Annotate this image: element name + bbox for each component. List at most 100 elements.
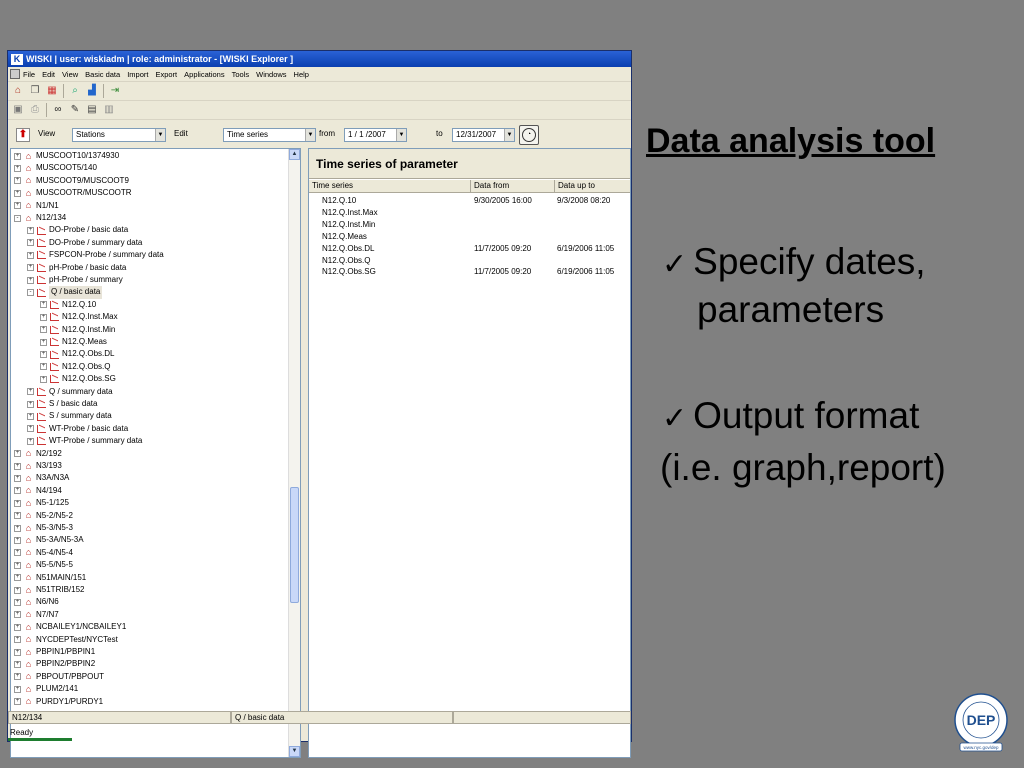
exit-icon[interactable]: ⇥ — [109, 85, 121, 97]
chart-icon[interactable]: ▟ — [86, 85, 98, 97]
tree-item[interactable]: + ⌂ MUSCOOT5/140 — [14, 162, 97, 174]
expand-icon[interactable]: + — [40, 351, 47, 359]
expand-icon[interactable]: + — [27, 413, 34, 421]
table-row[interactable]: N12.Q.Meas — [309, 231, 630, 243]
scroll-up-icon[interactable]: ▲ — [289, 149, 300, 160]
binoculars-icon[interactable]: ∞ — [52, 104, 64, 116]
expand-icon[interactable]: + — [14, 698, 21, 706]
tree-item[interactable]: + ⌂ PBPOUT/PBPOUT — [14, 671, 104, 683]
tree-item[interactable]: + N12.Q.Meas — [40, 336, 107, 348]
print-icon[interactable]: ⎙ — [29, 104, 41, 116]
expand-icon[interactable]: + — [14, 152, 21, 160]
expand-icon[interactable]: + — [14, 165, 21, 173]
table-row[interactable]: N12.Q.Obs.DL 11/7/2005 09:20 6/19/2006 11:… — [309, 243, 630, 255]
scroll-down-icon[interactable]: ▼ — [289, 746, 300, 757]
home-icon[interactable]: ⌂ — [12, 85, 24, 97]
tree-item[interactable]: + ⌂ N5-3A/N5-3A — [14, 534, 84, 546]
tree-item[interactable]: + ⌂ PBPIN1/PBPIN1 — [14, 646, 95, 658]
expand-icon[interactable]: + — [27, 239, 34, 247]
tree-item[interactable]: + N12.Q.Inst.Max — [40, 311, 118, 323]
tree-item[interactable]: + ⌂ N51MAIN/151 — [14, 572, 86, 584]
tree-item[interactable]: + ⌂ MUSCOOT9/MUSCOOT9 — [14, 175, 129, 187]
menu-import[interactable]: Import — [127, 70, 148, 79]
expand-icon[interactable]: + — [14, 586, 21, 594]
expand-icon[interactable]: + — [14, 475, 21, 483]
options-icon[interactable]: ▥ — [103, 104, 115, 116]
tree-item[interactable]: + ⌂ PURDY1/PURDY1 — [14, 696, 103, 708]
tree-item[interactable]: + ⌂ N2/192 — [14, 448, 62, 460]
edit-select[interactable]: Time series ▼ — [223, 128, 316, 142]
expand-icon[interactable]: + — [27, 400, 34, 408]
tree-item[interactable]: + ⌂ N5-3/N5-3 — [14, 522, 73, 534]
expand-icon[interactable]: + — [27, 264, 34, 272]
tree-item[interactable]: + N12.Q.Inst.Min — [40, 324, 115, 336]
tree-item[interactable]: + ⌂ N5-4/N5-4 — [14, 547, 73, 559]
tree-item[interactable]: + S / summary data — [27, 410, 112, 422]
grid-icon[interactable]: ▦ — [46, 85, 58, 97]
window-titlebar[interactable]: K WISKI | user: wiskiadm | role: adminis… — [8, 51, 631, 67]
expand-icon[interactable]: + — [14, 685, 21, 693]
properties-icon[interactable]: ▤ — [86, 104, 98, 116]
expand-icon[interactable]: + — [27, 276, 34, 284]
table-row[interactable]: N12.Q.10 9/30/2005 16:00 9/3/2008 08:20 — [309, 195, 630, 207]
tree-item[interactable]: + ⌂ N4/194 — [14, 485, 62, 497]
tree-item[interactable]: + DO-Probe / basic data — [27, 224, 128, 236]
expand-icon[interactable]: + — [27, 251, 34, 259]
menu-edit[interactable]: Edit — [42, 70, 55, 79]
tree-item[interactable]: + ⌂ N5-5/N5-5 — [14, 559, 73, 571]
menu-help[interactable]: Help — [294, 70, 309, 79]
system-menu-icon[interactable] — [10, 69, 20, 79]
to-date-picker[interactable]: 12/31/2007 ▼ — [452, 128, 515, 142]
tree-item[interactable]: + Q / summary data — [27, 386, 113, 398]
col-header-time-series[interactable]: Time series — [309, 180, 471, 193]
tree-item[interactable]: + N12.Q.Obs.SG — [40, 373, 116, 385]
menu-applications[interactable]: Applications — [184, 70, 224, 79]
table-row[interactable]: N12.Q.Inst.Min — [309, 219, 630, 231]
expand-icon[interactable]: + — [40, 363, 47, 371]
tree-item[interactable]: + ⌂ MUSCOOTR/MUSCOOTR — [14, 187, 132, 199]
expand-icon[interactable]: + — [14, 450, 21, 458]
expand-icon[interactable]: + — [14, 487, 21, 495]
tree-item[interactable]: + N12.Q.Obs.DL — [40, 348, 114, 360]
expand-icon[interactable]: + — [14, 462, 21, 470]
tree-item[interactable]: - Q / basic data — [27, 286, 103, 299]
menu-tools[interactable]: Tools — [232, 70, 250, 79]
expand-icon[interactable]: + — [14, 202, 21, 210]
expand-icon[interactable]: + — [27, 388, 34, 396]
expand-icon[interactable]: + — [14, 661, 21, 669]
expand-icon[interactable]: + — [14, 673, 21, 681]
tree-item[interactable]: + DO-Probe / summary data — [27, 237, 142, 249]
collapse-icon[interactable]: - — [27, 289, 34, 297]
col-header-data-from[interactable]: Data from — [471, 180, 555, 193]
expand-icon[interactable]: + — [40, 301, 47, 309]
expand-icon[interactable]: + — [14, 574, 21, 582]
expand-icon[interactable]: + — [14, 524, 21, 532]
tree-item[interactable]: + WT-Probe / summary data — [27, 435, 142, 447]
tree-item[interactable]: + ⌂ N1/N1 — [14, 200, 59, 212]
up-arrow-icon[interactable]: ⬆ — [16, 128, 30, 142]
expand-icon[interactable]: + — [27, 227, 34, 235]
tree-item[interactable]: + N12.Q.Obs.Q — [40, 361, 110, 373]
expand-icon[interactable]: + — [14, 512, 21, 520]
tree-item[interactable]: + WT-Probe / basic data — [27, 423, 128, 435]
expand-icon[interactable]: + — [14, 623, 21, 631]
table-row[interactable]: N12.Q.Inst.Max — [309, 207, 630, 219]
tree-item[interactable]: + ⌂ N7/N7 — [14, 609, 59, 621]
tree-item[interactable]: + ⌂ N6/N6 — [14, 596, 59, 608]
expand-icon[interactable]: + — [14, 636, 21, 644]
scroll-thumb[interactable] — [290, 487, 299, 603]
menu-basic-data[interactable]: Basic data — [85, 70, 120, 79]
save-icon[interactable]: ▣ — [12, 104, 24, 116]
copy-icon[interactable]: ❐ — [29, 85, 41, 97]
menu-file[interactable]: File — [23, 70, 35, 79]
table-row[interactable]: N12.Q.Obs.SG 11/7/2005 09:20 6/19/2006 11:… — [309, 266, 630, 278]
tree-item[interactable]: + ⌂ NCBAILEY1/NCBAILEY1 — [14, 621, 126, 633]
expand-icon[interactable]: + — [27, 437, 34, 445]
expand-icon[interactable]: + — [14, 648, 21, 656]
tree-item[interactable]: + ⌂ N51TRIB/152 — [14, 584, 84, 596]
tree-item[interactable]: + pH-Probe / basic data — [27, 262, 126, 274]
expand-icon[interactable]: + — [14, 189, 21, 197]
table-row[interactable]: N12.Q.Obs.Q — [309, 255, 630, 267]
station-tree[interactable]: + ⌂ MUSCOOT10/1374930 + ⌂ MUSCOOT5/140 + ⌂ MUSCO… — [10, 148, 301, 758]
tree-item[interactable]: + ⌂ PBPIN2/PBPIN2 — [14, 658, 95, 670]
